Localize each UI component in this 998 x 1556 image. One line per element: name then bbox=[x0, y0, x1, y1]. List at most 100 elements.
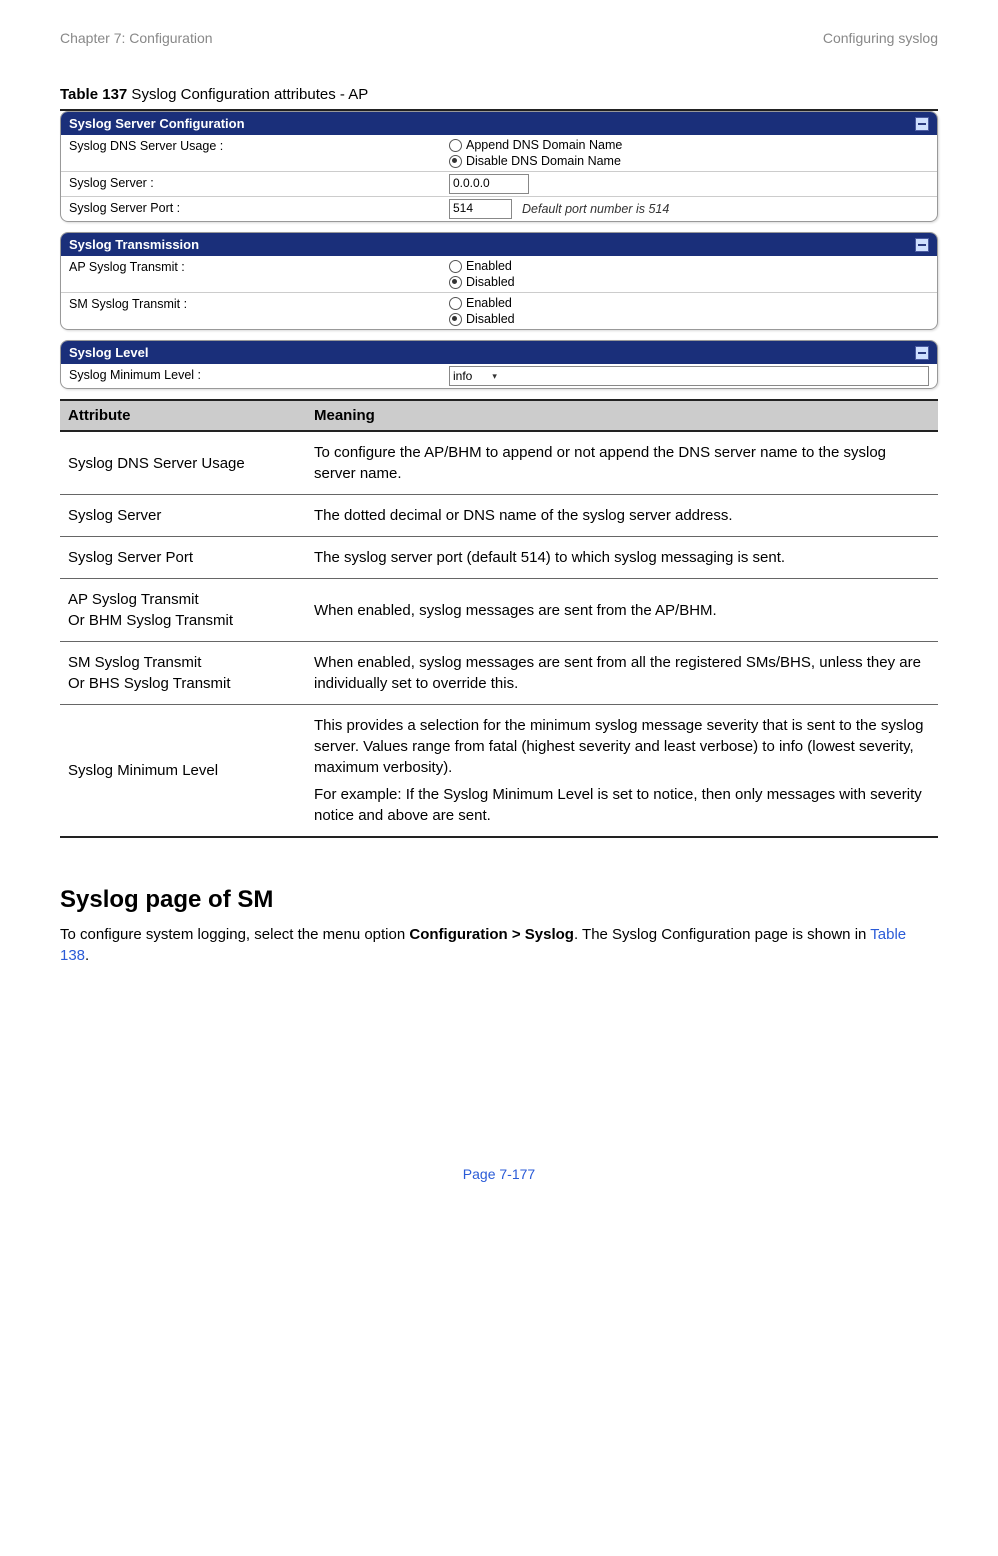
panel-title: Syslog Server Configuration bbox=[69, 116, 245, 131]
radio-icon bbox=[449, 313, 462, 326]
meaning-line1: The dotted decimal or DNS name of the sy… bbox=[314, 505, 930, 526]
attr-line1: Syslog Server Port bbox=[68, 547, 298, 568]
chevron-down-icon: ▾ bbox=[492, 371, 497, 382]
attr-line1: Syslog DNS Server Usage bbox=[68, 453, 298, 474]
radio-label: Disabled bbox=[466, 274, 515, 290]
panel-header: Syslog Server Configuration bbox=[61, 112, 937, 135]
table-caption-rest: Syslog Configuration attributes - AP bbox=[127, 86, 368, 103]
radio-disable-dns[interactable]: Disable DNS Domain Name bbox=[449, 153, 929, 169]
radio-icon bbox=[449, 297, 462, 310]
meaning-cell: The syslog server port (default 514) to … bbox=[306, 537, 938, 579]
radio-append-dns[interactable]: Append DNS Domain Name bbox=[449, 137, 929, 153]
attr-cell: Syslog Server bbox=[60, 495, 306, 537]
text-mid: . The Syslog Configuration page is shown… bbox=[574, 926, 870, 943]
attr-cell: Syslog DNS Server Usage bbox=[60, 431, 306, 495]
meaning-line1: The syslog server port (default 514) to … bbox=[314, 547, 930, 568]
text-bold: Configuration > Syslog bbox=[409, 926, 574, 943]
header-left: Chapter 7: Configuration bbox=[60, 30, 213, 46]
syslog-port-input[interactable]: 514 bbox=[449, 199, 512, 219]
meaning-line1: To configure the AP/BHM to append or not… bbox=[314, 442, 930, 484]
radio-label: Disable DNS Domain Name bbox=[466, 153, 621, 169]
radio-label: Append DNS Domain Name bbox=[466, 137, 622, 153]
meaning-cell: To configure the AP/BHM to append or not… bbox=[306, 431, 938, 495]
radio-icon bbox=[449, 155, 462, 168]
row-value: Enabled Disabled bbox=[449, 258, 929, 290]
th-attribute: Attribute bbox=[60, 401, 306, 431]
row-label: Syslog Server Port : bbox=[69, 199, 449, 215]
row-ap-transmit: AP Syslog Transmit : Enabled Disabled bbox=[61, 256, 937, 292]
page-header: Chapter 7: Configuration Configuring sys… bbox=[60, 30, 938, 46]
row-value: Append DNS Domain Name Disable DNS Domai… bbox=[449, 137, 929, 169]
meaning-line1: When enabled, syslog messages are sent f… bbox=[314, 652, 930, 694]
meaning-cell: When enabled, syslog messages are sent f… bbox=[306, 579, 938, 642]
syslog-level-select[interactable]: info ▾ bbox=[449, 366, 929, 386]
attr-cell: Syslog Server Port bbox=[60, 537, 306, 579]
row-sm-transmit: SM Syslog Transmit : Enabled Disabled bbox=[61, 292, 937, 329]
meaning-line1: When enabled, syslog messages are sent f… bbox=[314, 600, 930, 621]
table-caption-bold: Table 137 bbox=[60, 86, 127, 103]
attr-line2: Or BHS Syslog Transmit bbox=[68, 673, 298, 694]
row-syslog-port: Syslog Server Port : 514 Default port nu… bbox=[61, 196, 937, 221]
panel-title: Syslog Transmission bbox=[69, 237, 199, 252]
attr-line1: Syslog Server bbox=[68, 505, 298, 526]
panel-syslog-server-config: Syslog Server Configuration Syslog DNS S… bbox=[60, 111, 938, 222]
table-row: SM Syslog TransmitOr BHS Syslog Transmit… bbox=[60, 642, 938, 705]
meaning-line2: For example: If the Syslog Minimum Level… bbox=[314, 784, 930, 826]
select-value: info bbox=[453, 369, 472, 383]
table-row: Syslog Server The dotted decimal or DNS n… bbox=[60, 495, 938, 537]
row-syslog-server: Syslog Server : 0.0.0.0 bbox=[61, 171, 937, 196]
meaning-line1: This provides a selection for the minimu… bbox=[314, 715, 930, 778]
table-caption: Table 137 Syslog Configuration attribute… bbox=[60, 86, 938, 103]
port-note: Default port number is 514 bbox=[522, 202, 669, 216]
panel-syslog-transmission: Syslog Transmission AP Syslog Transmit :… bbox=[60, 232, 938, 330]
table-row: Syslog Minimum Level This provides a sele… bbox=[60, 705, 938, 838]
radio-ap-enabled[interactable]: Enabled bbox=[449, 258, 929, 274]
page-footer: Page 7-177 bbox=[60, 1166, 938, 1182]
row-label: Syslog Minimum Level : bbox=[69, 366, 449, 382]
row-dns-usage: Syslog DNS Server Usage : Append DNS Dom… bbox=[61, 135, 937, 171]
radio-icon bbox=[449, 139, 462, 152]
meaning-cell: The dotted decimal or DNS name of the sy… bbox=[306, 495, 938, 537]
radio-sm-enabled[interactable]: Enabled bbox=[449, 295, 929, 311]
panel-title: Syslog Level bbox=[69, 345, 148, 360]
row-value: 514 Default port number is 514 bbox=[449, 199, 929, 219]
row-value: info ▾ bbox=[449, 366, 929, 386]
row-label: SM Syslog Transmit : bbox=[69, 295, 449, 311]
attr-line1: SM Syslog Transmit bbox=[68, 652, 298, 673]
th-meaning: Meaning bbox=[306, 401, 938, 431]
table-row: Syslog DNS Server Usage To configure the … bbox=[60, 431, 938, 495]
table-row: Syslog Server Port The syslog server port… bbox=[60, 537, 938, 579]
meaning-cell: When enabled, syslog messages are sent f… bbox=[306, 642, 938, 705]
attr-line1: AP Syslog Transmit bbox=[68, 589, 298, 610]
panel-syslog-level: Syslog Level Syslog Minimum Level : info… bbox=[60, 340, 938, 389]
panel-header: Syslog Level bbox=[61, 341, 937, 364]
radio-icon bbox=[449, 260, 462, 273]
row-label: AP Syslog Transmit : bbox=[69, 258, 449, 274]
text-pre: To configure system logging, select the … bbox=[60, 926, 409, 943]
collapse-icon[interactable] bbox=[915, 346, 929, 360]
attribute-table: Attribute Meaning Syslog DNS Server Usag… bbox=[60, 401, 938, 838]
row-label: Syslog Server : bbox=[69, 174, 449, 190]
attr-line1: Syslog Minimum Level bbox=[68, 760, 298, 781]
radio-sm-disabled[interactable]: Disabled bbox=[449, 311, 929, 327]
row-label: Syslog DNS Server Usage : bbox=[69, 137, 449, 153]
radio-label: Enabled bbox=[466, 258, 512, 274]
attr-cell: Syslog Minimum Level bbox=[60, 705, 306, 838]
collapse-icon[interactable] bbox=[915, 117, 929, 131]
collapse-icon[interactable] bbox=[915, 238, 929, 252]
syslog-server-input[interactable]: 0.0.0.0 bbox=[449, 174, 529, 194]
attr-line2: Or BHM Syslog Transmit bbox=[68, 610, 298, 631]
text-end: . bbox=[85, 947, 89, 964]
attr-cell: AP Syslog TransmitOr BHM Syslog Transmit bbox=[60, 579, 306, 642]
radio-label: Disabled bbox=[466, 311, 515, 327]
radio-ap-disabled[interactable]: Disabled bbox=[449, 274, 929, 290]
radio-icon bbox=[449, 276, 462, 289]
row-value: 0.0.0.0 bbox=[449, 174, 929, 194]
attr-cell: SM Syslog TransmitOr BHS Syslog Transmit bbox=[60, 642, 306, 705]
row-min-level: Syslog Minimum Level : info ▾ bbox=[61, 364, 937, 388]
section-heading: Syslog page of SM bbox=[60, 886, 938, 914]
header-right: Configuring syslog bbox=[823, 30, 938, 46]
table-row: AP Syslog TransmitOr BHM Syslog Transmit… bbox=[60, 579, 938, 642]
row-value: Enabled Disabled bbox=[449, 295, 929, 327]
radio-label: Enabled bbox=[466, 295, 512, 311]
